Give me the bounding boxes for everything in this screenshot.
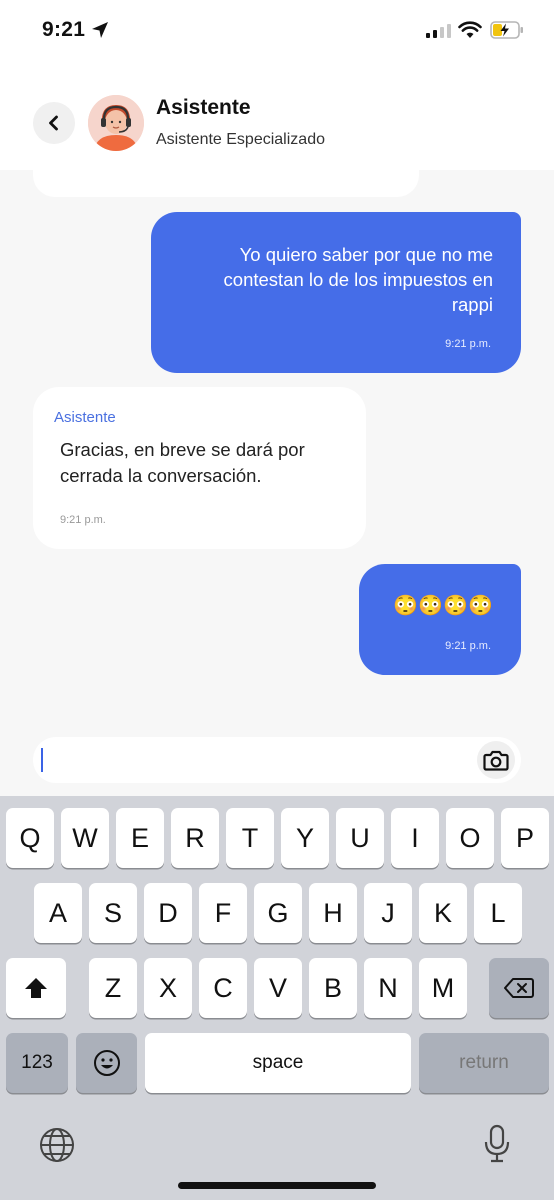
message-bubble-incoming[interactable]: Asistente Gracias, en breve se dará por … bbox=[33, 387, 366, 549]
key-f[interactable]: F bbox=[199, 883, 247, 943]
key-g[interactable]: G bbox=[254, 883, 302, 943]
message-list[interactable]: 9:21 p.m. Yo quiero saber por que no me … bbox=[0, 170, 554, 725]
return-key[interactable]: return bbox=[419, 1033, 549, 1093]
key-u[interactable]: U bbox=[336, 808, 384, 868]
shift-key[interactable] bbox=[6, 958, 66, 1018]
camera-button[interactable] bbox=[477, 741, 515, 779]
key-h[interactable]: H bbox=[309, 883, 357, 943]
status-time: 9:21 bbox=[42, 18, 86, 41]
message-bubble-partial: 9:21 p.m. bbox=[33, 170, 419, 197]
shift-icon bbox=[25, 978, 47, 998]
status-bar: 9:21 bbox=[0, 0, 554, 62]
chat-subtitle: Asistente Especializado bbox=[156, 131, 325, 148]
key-k[interactable]: K bbox=[419, 883, 467, 943]
key-j[interactable]: J bbox=[364, 883, 412, 943]
message-input[interactable] bbox=[33, 737, 521, 783]
agent-avatar bbox=[88, 95, 144, 151]
key-c[interactable]: C bbox=[199, 958, 247, 1018]
key-s[interactable]: S bbox=[89, 883, 137, 943]
delete-key[interactable] bbox=[489, 958, 549, 1018]
chevron-left-icon bbox=[49, 115, 58, 131]
key-t[interactable]: T bbox=[226, 808, 274, 868]
key-w[interactable]: W bbox=[61, 808, 109, 868]
chat-header: Asistente Asistente Especializado bbox=[0, 62, 554, 170]
keyboard: Q W E R T Y U I O P A S D F G H J K L Z … bbox=[0, 796, 554, 1200]
emoji-icon bbox=[93, 1050, 120, 1076]
numbers-key[interactable]: 123 bbox=[6, 1033, 68, 1093]
home-indicator[interactable] bbox=[178, 1182, 376, 1189]
key-q[interactable]: Q bbox=[6, 808, 54, 868]
message-text: 😳😳😳😳 bbox=[393, 595, 493, 617]
message-bubble-outgoing[interactable]: 😳😳😳😳 9:21 p.m. bbox=[359, 564, 521, 675]
key-x[interactable]: X bbox=[144, 958, 192, 1018]
location-arrow-icon bbox=[92, 22, 108, 38]
emoji-key[interactable] bbox=[76, 1033, 137, 1093]
key-y[interactable]: Y bbox=[281, 808, 329, 868]
key-a[interactable]: A bbox=[34, 883, 82, 943]
key-l[interactable]: L bbox=[474, 883, 522, 943]
message-sender: Asistente bbox=[54, 409, 116, 426]
message-bubble-outgoing[interactable]: Yo quiero saber por que no me contestan … bbox=[151, 212, 521, 373]
key-b[interactable]: B bbox=[309, 958, 357, 1018]
space-key[interactable]: space bbox=[145, 1033, 411, 1093]
key-i[interactable]: I bbox=[391, 808, 439, 868]
key-v[interactable]: V bbox=[254, 958, 302, 1018]
globe-icon[interactable] bbox=[38, 1126, 76, 1164]
key-r[interactable]: R bbox=[171, 808, 219, 868]
message-time: 9:21 p.m. bbox=[445, 640, 491, 652]
text-cursor bbox=[41, 748, 43, 772]
camera-icon bbox=[483, 750, 509, 771]
key-e[interactable]: E bbox=[116, 808, 164, 868]
message-text: Yo quiero saber por que no me contestan … bbox=[223, 244, 493, 315]
key-m[interactable]: M bbox=[419, 958, 467, 1018]
message-time: 9:21 p.m. bbox=[60, 514, 106, 526]
battery-charging-icon bbox=[490, 21, 523, 39]
chat-title: Asistente bbox=[156, 96, 251, 119]
key-p[interactable]: P bbox=[501, 808, 549, 868]
backspace-icon bbox=[504, 978, 534, 998]
back-button[interactable] bbox=[33, 102, 75, 144]
wifi-icon bbox=[458, 21, 482, 38]
key-n[interactable]: N bbox=[364, 958, 412, 1018]
cellular-signal-icon bbox=[426, 24, 451, 38]
key-d[interactable]: D bbox=[144, 883, 192, 943]
key-o[interactable]: O bbox=[446, 808, 494, 868]
message-text: Gracias, en breve se dará por cerrada la… bbox=[60, 439, 305, 486]
microphone-icon[interactable] bbox=[484, 1124, 510, 1164]
message-time: 9:21 p.m. bbox=[445, 338, 491, 350]
key-z[interactable]: Z bbox=[89, 958, 137, 1018]
